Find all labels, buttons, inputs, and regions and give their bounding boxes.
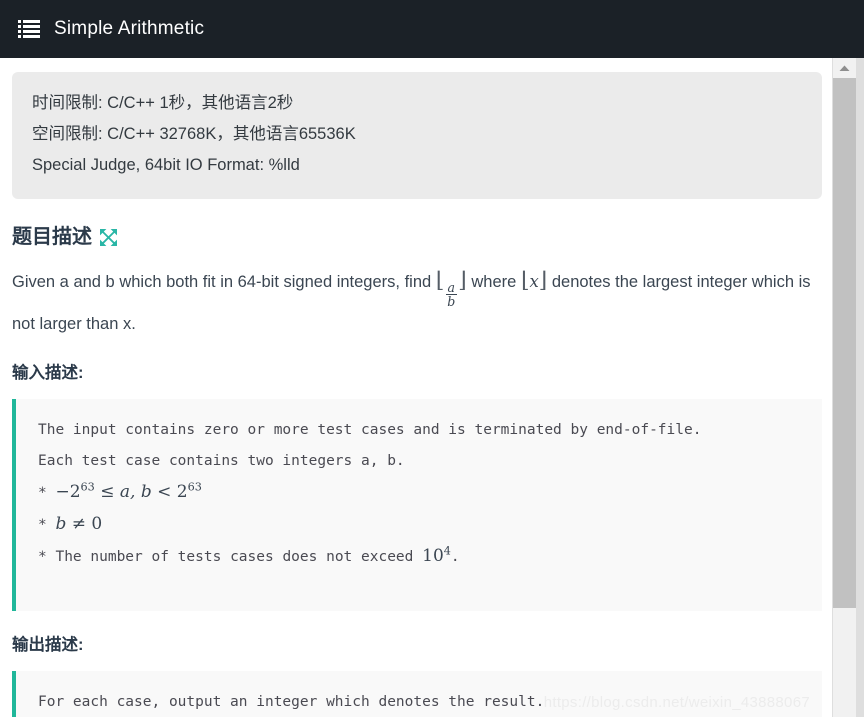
memory-limit-text: 空间限制: C/C++ 32768K，其他语言65536K (32, 125, 356, 143)
input-heading: 输入描述: (12, 363, 84, 382)
fraction-denominator: b (447, 294, 456, 310)
scrollbar-up-button[interactable] (833, 58, 856, 78)
input-bullet-1: * −263 ≤ a, b < 263 (38, 477, 804, 509)
problem-content: 时间限制: C/C++ 1秒，其他语言2秒 空间限制: C/C++ 32768K… (0, 58, 832, 717)
input-description-block: The input contains zero or more test cas… (12, 398, 822, 611)
math-b-not-zero: b ≠ 0 (55, 514, 102, 534)
base-10: 10 (422, 545, 444, 566)
minus-sign: − (55, 481, 70, 502)
base-2-a: 2 (69, 481, 81, 502)
app-header: Simple Arithmetic (0, 0, 864, 58)
fraction-numerator: a (445, 280, 458, 296)
fraction-a-b: ab (445, 280, 458, 310)
variable-b: b (55, 513, 67, 534)
relation-lt: < (157, 481, 172, 502)
floor-x-value: x (529, 272, 539, 291)
floor-x-right-bracket: ⌋ (538, 268, 548, 293)
description-text-1: Given a and b which both fit in 64-bit s… (12, 273, 432, 291)
variables-ab: a, b (119, 481, 152, 502)
value-zero: 0 (91, 513, 103, 534)
bullet-marker: * (38, 516, 47, 533)
limits-panel: 时间限制: C/C++ 1秒，其他语言2秒 空间限制: C/C++ 32768K… (12, 72, 822, 199)
bullet-marker: * (38, 484, 47, 501)
output-description-block: For each case, output an integer which d… (12, 670, 822, 717)
list-icon[interactable] (18, 20, 40, 38)
input-line-1: The input contains zero or more test cas… (38, 421, 702, 438)
vertical-scrollbar[interactable] (832, 58, 864, 717)
bullet-marker: * (38, 548, 47, 565)
output-heading: 输出描述: (12, 635, 84, 654)
judge-info-text: Special Judge, 64bit IO Format: %lld (32, 156, 300, 174)
description-heading-label: 题目描述 (12, 226, 92, 248)
math-floor-x: ⌊x⌋ (521, 268, 547, 293)
content-scroll-area[interactable]: 时间限制: C/C++ 1秒，其他语言2秒 空间限制: C/C++ 32768K… (0, 58, 832, 717)
math-range-ab: −263 ≤ a, b < 263 (55, 479, 202, 502)
floor-left-bracket: ⌊ (435, 268, 445, 293)
bullet-3-period: . (450, 548, 460, 565)
exponent-4: 4 (443, 543, 451, 557)
relation-le: ≤ (100, 481, 115, 502)
time-limit-text: 时间限制: C/C++ 1秒，其他语言2秒 (32, 94, 294, 112)
math-ten-pow-four: 104 (422, 543, 451, 566)
expand-arrows-icon[interactable] (100, 228, 117, 246)
description-heading: 题目描述 (12, 225, 822, 249)
output-line-1: For each case, output an integer which d… (38, 693, 545, 710)
relation-neq: ≠ (71, 513, 87, 534)
description-paragraph: Given a and b which both fit in 64-bit s… (12, 266, 812, 339)
base-2-b: 2 (176, 481, 188, 502)
scrollbar-thumb[interactable] (833, 78, 856, 608)
input-line-2: Each test case contains two integers a, … (38, 452, 405, 469)
bullet-3-text: The number of tests cases does not excee… (55, 548, 414, 565)
input-bullet-2: * b ≠ 0 (38, 509, 804, 541)
input-bullet-3: * The number of tests cases does not exc… (38, 541, 804, 573)
exponent-63-a: 63 (80, 479, 95, 493)
floor-right-bracket: ⌋ (458, 268, 467, 293)
page-title: Simple Arithmetic (54, 18, 205, 39)
exponent-63-b: 63 (187, 479, 202, 493)
description-text-2: where (471, 273, 517, 291)
math-floor-a-over-b: ⌊ a b ⌋ (436, 268, 467, 309)
chevron-up-icon (839, 65, 850, 71)
